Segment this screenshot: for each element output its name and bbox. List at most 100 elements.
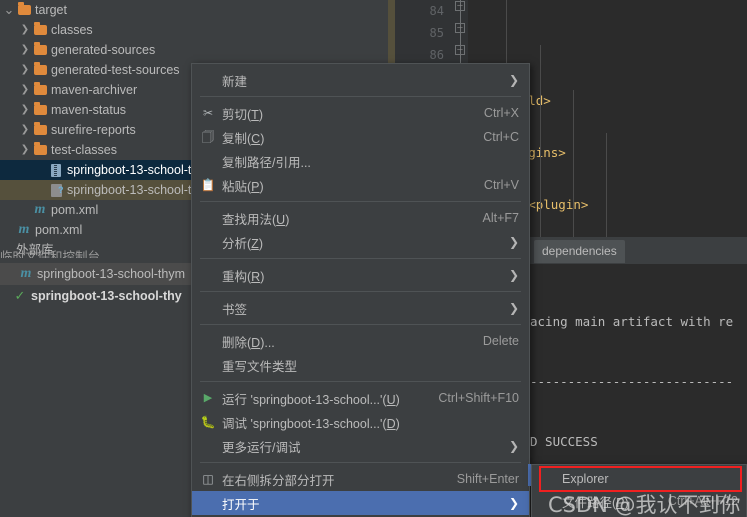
menu-item-label: 复制(C)	[222, 131, 265, 146]
run-icon: ▶	[203, 391, 213, 404]
split-icon: ◫	[202, 472, 214, 486]
submenu-item-label: Explorer	[562, 472, 609, 486]
menu-item-label: 分析(Z)	[222, 236, 263, 251]
tree-row[interactable]: ⌄ target	[0, 0, 195, 20]
menu-item-label: 在右侧拆分部分打开	[222, 473, 335, 488]
tab-dependencies[interactable]: dependencies	[534, 240, 625, 263]
folder-icon	[16, 0, 32, 20]
tree-row-label: classes	[51, 23, 93, 37]
chevron-right-icon: ❯	[509, 301, 520, 315]
menu-item-refactor[interactable]: 重构(R) ❯	[192, 263, 529, 287]
tree-row[interactable]: ❯ generated-test-sources	[0, 60, 195, 80]
ide-window: 84 85 86 – – – <build> <plugins> <plugin…	[0, 0, 747, 517]
menu-item-copy-path[interactable]: 复制路径/引用...	[192, 149, 529, 173]
tree-row-label: pom.xml	[51, 203, 99, 217]
project-tool-window[interactable]: ⌄ target ❯ classes ❯ generated-sources ❯ genera…	[0, 0, 195, 517]
chevron-down-icon[interactable]: ⌄	[2, 3, 16, 17]
debug-icon: 🐛	[200, 415, 216, 429]
menu-item-copy[interactable]: 🗍 复制(C) Ctrl+C	[192, 125, 529, 149]
context-menu[interactable]: 新建 ❯ ✂ 剪切(T) Ctrl+X 🗍 复制(C) Ctrl+C 复制路径/引用... 📋 粘贴…	[191, 63, 530, 517]
check-icon: ✓	[14, 288, 26, 303]
menu-item-label: 书签	[222, 302, 248, 317]
maven-pom-icon: m	[18, 222, 30, 237]
fold-marker-icon[interactable]: –	[455, 1, 465, 11]
fold-marker-icon[interactable]: –	[455, 23, 465, 33]
tree-row[interactable]: m springboot-13-school-thym	[0, 263, 195, 285]
chevron-right-icon[interactable]: ❯	[18, 100, 32, 120]
menu-item-label: 重构(R)	[222, 269, 265, 284]
fold-marker-icon[interactable]: –	[455, 45, 465, 55]
tree-row[interactable]: ❯ test-classes	[0, 140, 195, 160]
chevron-right-icon[interactable]: ❯	[18, 40, 32, 60]
menu-item-label: 剪切(T)	[222, 107, 263, 122]
menu-separator	[200, 291, 521, 292]
tree-row[interactable]: ✓ springboot-13-school-thy	[0, 285, 195, 307]
open-in-submenu[interactable]: Explorer 文件路径(P) Ctrl+Alt+F12 ▮>终端	[531, 464, 747, 517]
tree-row[interactable]: ❯ generated-sources	[0, 40, 195, 60]
chevron-right-icon[interactable]: ❯	[18, 60, 32, 80]
submenu-item-label: 文件路径(P)	[562, 495, 629, 510]
console-line: acing main artifact with re	[530, 314, 734, 329]
menu-item-run[interactable]: ▶ 运行 'springboot-13-school...'(U) Ctrl+Shi…	[192, 386, 529, 410]
menu-item-label: 查找用法(U)	[222, 212, 290, 227]
console-line: ---------------------------	[530, 374, 734, 389]
chevron-right-icon: ❯	[509, 235, 520, 249]
chevron-right-icon: ❯	[509, 73, 520, 87]
tree-row-clipped[interactable]: 临时文件和控制台	[0, 250, 195, 258]
menu-item-delete[interactable]: 删除(D)... Delete	[192, 329, 529, 353]
menu-item-debug[interactable]: 🐛 调试 'springboot-13-school...'(D)	[192, 410, 529, 434]
menu-item-cut[interactable]: ✂ 剪切(T) Ctrl+X	[192, 101, 529, 125]
menu-separator	[200, 381, 521, 382]
tree-row-label: pom.xml	[35, 223, 83, 237]
menu-item-bookmarks[interactable]: 书签 ❯	[192, 296, 529, 320]
menu-item-new[interactable]: 新建 ❯	[192, 68, 529, 92]
chevron-right-icon[interactable]: ❯	[18, 20, 32, 40]
menu-item-label: 运行 'springboot-13-school...'(U)	[222, 392, 400, 407]
chevron-right-icon[interactable]: ❯	[18, 80, 32, 100]
tree-row[interactable]: m pom.xml	[0, 220, 195, 240]
submenu-item-terminal[interactable]: ▮>终端	[532, 512, 746, 517]
menu-item-split-right[interactable]: ◫ 在右侧拆分部分打开 Shift+Enter	[192, 467, 529, 491]
tree-row[interactable]: m pom.xml	[0, 200, 195, 220]
chevron-right-icon[interactable]: ❯	[18, 120, 32, 140]
folder-icon	[32, 20, 48, 40]
chevron-right-icon: ❯	[509, 496, 520, 510]
menu-item-label: 打开于	[222, 497, 260, 512]
menu-separator	[200, 258, 521, 259]
menu-item-shortcut: Alt+F7	[482, 211, 519, 225]
unknown-file-icon	[48, 180, 64, 200]
menu-separator	[200, 462, 521, 463]
menu-item-open-in[interactable]: 打开于 ❯	[192, 491, 529, 515]
chevron-right-icon: ❯	[509, 268, 520, 282]
menu-item-find-usages[interactable]: 查找用法(U) Alt+F7	[192, 206, 529, 230]
submenu-item-explorer[interactable]: Explorer	[532, 468, 746, 490]
tree-row[interactable]: ❯ classes	[0, 20, 195, 40]
tree-row[interactable]: springboot-13-school-t	[0, 180, 195, 200]
menu-separator	[200, 96, 521, 97]
maven-pom-icon: m	[34, 202, 46, 217]
tree-row[interactable]: ❯ surefire-reports	[0, 120, 195, 140]
tree-row[interactable]: springboot-13-school-t	[0, 160, 195, 180]
menu-item-paste[interactable]: 📋 粘贴(P) Ctrl+V	[192, 173, 529, 197]
chevron-right-icon[interactable]: ❯	[18, 140, 32, 160]
menu-item-shortcut: Shift+Enter	[456, 472, 519, 486]
menu-item-shortcut: Ctrl+C	[483, 130, 519, 144]
menu-item-label: 更多运行/调试	[222, 440, 301, 455]
tree-row[interactable]: ❯ maven-archiver	[0, 80, 195, 100]
tree-row-label: maven-archiver	[51, 83, 138, 97]
menu-separator	[200, 201, 521, 202]
menu-item-analyze[interactable]: 分析(Z) ❯	[192, 230, 529, 254]
menu-item-shortcut: Ctrl+X	[483, 106, 519, 120]
tree-row[interactable]: ❯ maven-status	[0, 100, 195, 120]
menu-separator	[200, 324, 521, 325]
folder-icon	[32, 120, 48, 140]
submenu-item-file-path[interactable]: 文件路径(P) Ctrl+Alt+F12	[532, 490, 746, 512]
menu-item-more-run[interactable]: 更多运行/调试 ❯	[192, 434, 529, 458]
menu-item-label: 新建	[222, 74, 248, 89]
tree-row-label: springboot-13-school-t	[67, 163, 192, 177]
console-line: D SUCCESS	[530, 434, 598, 449]
menu-item-label: 复制路径/引用...	[222, 155, 311, 170]
menu-item-override-type[interactable]: 重写文件类型	[192, 353, 529, 377]
